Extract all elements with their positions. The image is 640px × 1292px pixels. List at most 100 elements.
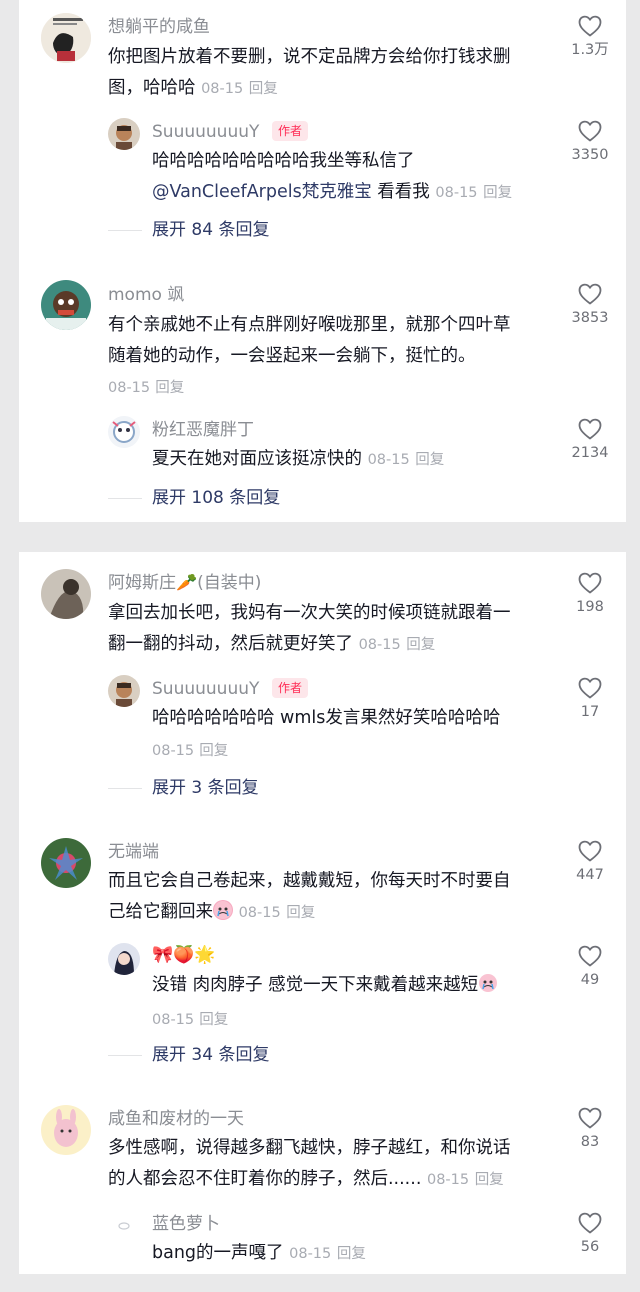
like-count: 3350 xyxy=(571,147,609,163)
reply-username[interactable]: SuuuuuuuuY xyxy=(152,678,259,700)
heart-outline-icon xyxy=(578,945,602,967)
expand-replies-button[interactable]: 展开 84 条回复 xyxy=(152,219,269,241)
reply-username[interactable]: 粉红恶魔胖丁 xyxy=(152,419,254,441)
comment-username[interactable]: 无端端 xyxy=(108,841,159,863)
reply-date: 08-15 xyxy=(435,185,478,201)
reply-meta: 08-15 回复 xyxy=(152,739,228,760)
expand-replies-button[interactable]: 展开 108 条回复 xyxy=(152,487,280,509)
like-button[interactable]: 83 xyxy=(560,1107,620,1151)
like-count: 198 xyxy=(576,599,604,615)
reply-username[interactable]: 🎀🍑🌟 xyxy=(152,944,216,966)
reply-link[interactable]: 回复 xyxy=(249,81,278,97)
comment-text-line: 翻一翻的抖动，然后就更好笑了 08-15 回复 xyxy=(108,634,436,654)
comment-text-line: 图，哈哈哈 08-15 回复 xyxy=(108,78,278,98)
reply-link[interactable]: 回复 xyxy=(406,637,435,653)
user-avatar[interactable] xyxy=(108,943,140,975)
comment-text-line: 你把图片放着不要删，说不定品牌方会给你打钱求删 xyxy=(108,47,511,67)
like-button[interactable]: 56 xyxy=(560,1212,620,1256)
expand-divider xyxy=(108,1055,142,1056)
comment-text-line: 有个亲戚她不止有点胖刚好喉咙那里，就那个四叶草 xyxy=(108,315,511,335)
comment-date: 08-15 xyxy=(358,637,401,653)
comment-username[interactable]: 咸鱼和废材的一天 xyxy=(108,1108,244,1130)
comment-text-line: 拿回去加长吧，我妈有一次大笑的时候项链就跟着一 xyxy=(108,603,511,623)
crying-face-emoji-icon xyxy=(213,900,233,920)
expand-divider xyxy=(108,788,142,789)
comment-text-line: 的人都会忍不住盯着你的脖子，然后...... 08-15 回复 xyxy=(108,1169,504,1189)
user-avatar[interactable] xyxy=(41,569,91,619)
comment-date: 08-15 xyxy=(426,1172,470,1188)
like-button[interactable]: 2134 xyxy=(560,418,620,462)
like-count: 56 xyxy=(580,1239,600,1255)
comment-text-line: 己给它翻回来 08-15 回复 xyxy=(108,900,316,922)
like-button[interactable]: 3350 xyxy=(560,120,620,164)
user-avatar[interactable] xyxy=(108,118,140,150)
author-tag: 作者 xyxy=(272,121,309,141)
like-count: 49 xyxy=(580,972,600,988)
comment-date: 08-15 xyxy=(238,905,281,921)
comment-date: 08-15 xyxy=(201,81,244,97)
reply-link[interactable]: 回复 xyxy=(483,185,512,201)
reply-text-line: 夏天在她对面应该挺凉快的 08-15 回复 xyxy=(152,449,445,469)
heart-outline-icon xyxy=(578,418,602,440)
comment-username[interactable]: 想躺平的咸鱼 xyxy=(108,16,210,38)
user-avatar[interactable] xyxy=(108,675,140,707)
reply-text-line: 哈哈哈哈哈哈哈 wmls发言果然好笑哈哈哈哈 xyxy=(152,708,501,728)
comment-text-line: 随着她的动作，一会竖起来一会躺下，挺忙的。 xyxy=(108,346,476,366)
heart-outline-icon xyxy=(578,283,602,305)
user-avatar[interactable] xyxy=(41,838,91,888)
expand-divider xyxy=(108,230,142,231)
user-avatar[interactable] xyxy=(41,13,91,63)
reply-link[interactable]: 回复 xyxy=(286,905,315,921)
reply-link[interactable]: 回复 xyxy=(475,1172,504,1188)
comment-text-line: 多性感啊，说得越多翻飞越快，脖子越红，和你说话 xyxy=(108,1138,511,1158)
heart-outline-icon xyxy=(578,1212,602,1234)
reply-text-line: bang的一声嘎了 08-15 回复 xyxy=(152,1243,366,1263)
reply-text-line: @VanCleefArpels梵克雅宝 看看我 08-15 回复 xyxy=(152,182,513,202)
comment-text-line: 而且它会自己卷起来，越戴戴短，你每天时不时要自 xyxy=(108,871,511,891)
reply-text-line: 没错 肉肉脖子 感觉一天下来戴着越来越短 xyxy=(152,970,498,1001)
reply-link[interactable]: 回复 xyxy=(199,743,228,759)
reply-date: 08-15 xyxy=(289,1246,332,1262)
crying-face-emoji-icon xyxy=(478,973,498,993)
like-button[interactable]: 198 xyxy=(560,572,620,616)
reply-text-line: 哈哈哈哈哈哈哈哈哈我坐等私信了 xyxy=(152,151,415,171)
reply-date: 08-15 xyxy=(367,452,410,468)
reply-date: 08-15 xyxy=(152,743,195,759)
reply-username[interactable]: SuuuuuuuuY xyxy=(152,121,259,143)
like-button[interactable]: 447 xyxy=(560,840,620,884)
author-tag: 作者 xyxy=(272,678,309,698)
comment-meta: 08-15 回复 xyxy=(108,376,184,397)
like-button[interactable]: 3853 xyxy=(560,283,620,327)
expand-divider xyxy=(108,498,142,499)
reply-link[interactable]: 回复 xyxy=(337,1246,366,1262)
user-avatar[interactable] xyxy=(41,280,91,330)
reply-link[interactable]: 回复 xyxy=(155,380,184,396)
like-count: 3853 xyxy=(571,310,609,326)
user-avatar[interactable] xyxy=(108,416,140,448)
like-count: 447 xyxy=(576,867,604,883)
like-count: 17 xyxy=(580,704,600,720)
like-button[interactable]: 17 xyxy=(560,677,620,721)
like-button[interactable]: 49 xyxy=(560,945,620,989)
user-avatar[interactable] xyxy=(108,1210,140,1242)
like-count: 2134 xyxy=(571,445,609,461)
heart-outline-icon xyxy=(578,572,602,594)
like-count: 1.3万 xyxy=(571,42,609,58)
expand-replies-button[interactable]: 展开 3 条回复 xyxy=(152,777,259,799)
like-count: 83 xyxy=(580,1134,600,1150)
comment-username[interactable]: momo 飒 xyxy=(108,284,184,306)
heart-outline-icon xyxy=(578,120,602,142)
reply-username[interactable]: 蓝色萝卜 xyxy=(152,1213,220,1235)
reply-link[interactable]: 回复 xyxy=(199,1012,228,1028)
like-button[interactable]: 1.3万 xyxy=(560,15,620,59)
heart-outline-icon xyxy=(578,1107,602,1129)
heart-outline-icon xyxy=(578,15,602,37)
comment-date: 08-15 xyxy=(108,380,151,396)
user-avatar[interactable] xyxy=(41,1105,91,1155)
mention-link[interactable]: @VanCleefArpels梵克雅宝 xyxy=(152,182,372,202)
heart-outline-icon xyxy=(578,677,602,699)
comment-username[interactable]: 阿姆斯庄🥕(自装中) xyxy=(108,572,261,594)
expand-replies-button[interactable]: 展开 34 条回复 xyxy=(152,1044,269,1066)
reply-link[interactable]: 回复 xyxy=(415,452,444,468)
heart-outline-icon xyxy=(578,840,602,862)
